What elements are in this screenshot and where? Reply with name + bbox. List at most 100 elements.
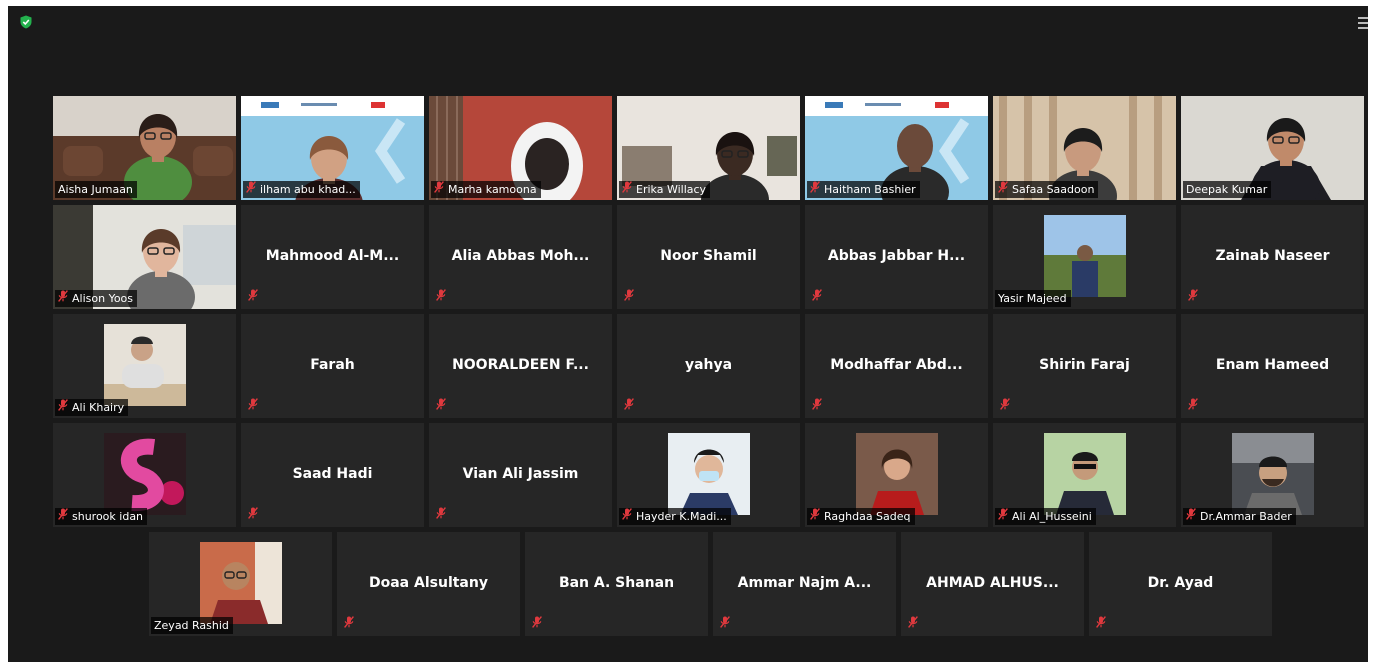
profile-photo [1231, 433, 1314, 515]
participant-tile-dr-ayad[interactable]: Dr. Ayad [1089, 532, 1272, 636]
participant-tile-ammar-najm-a[interactable]: Ammar Najm A... [713, 532, 896, 636]
participant-name: Ali Al_Husseini [1012, 510, 1092, 523]
profile-photo [1043, 433, 1126, 515]
participant-tile-erika-willacy[interactable]: Erika Willacy [617, 96, 800, 200]
participant-name: Dr.Ammar Bader [1200, 510, 1292, 523]
mic-muted-icon [436, 395, 446, 414]
participant-tile-yahya[interactable]: yahya [617, 314, 800, 418]
participant-name: ilham abu khad... [260, 183, 356, 196]
participant-tile-modhaffar-abd[interactable]: Modhaffar Abd... [805, 314, 988, 418]
mic-muted-icon [248, 395, 258, 414]
participant-tile-ilham-abu-khad[interactable]: ilham abu khad... [241, 96, 424, 200]
participant-center-name: Farah [310, 357, 355, 373]
participant-center-name: Noor Shamil [660, 248, 757, 264]
mic-muted-icon [812, 286, 822, 305]
profile-photo [855, 433, 938, 515]
participant-name: Zeyad Rashid [154, 619, 229, 632]
participant-tile-ahmad-alhus[interactable]: AHMAD ALHUS... [901, 532, 1084, 636]
participant-name-label: Raghdaa Sadeq [807, 508, 915, 525]
participant-name-label: ilham abu khad... [243, 181, 360, 198]
meeting-window: Aisha Jumaan ilham abu khad... Marha kamoo… [8, 6, 1368, 662]
participant-tile-marha-kamoona[interactable]: Marha kamoona [429, 96, 612, 200]
mic-muted-icon [810, 181, 820, 198]
mic-muted-icon [998, 508, 1008, 525]
participant-tile-safaa-saadoon[interactable]: Safaa Saadoon [993, 96, 1176, 200]
participant-center-name: Modhaffar Abd... [830, 357, 963, 373]
participant-tile-noor-shamil[interactable]: Noor Shamil [617, 205, 800, 309]
participant-name: Yasir Majeed [998, 292, 1067, 305]
participant-tile-ali-al-husseini[interactable]: Ali Al_Husseini [993, 423, 1176, 527]
participant-center-name: NOORALDEEN F... [452, 357, 589, 373]
participant-center-name: AHMAD ALHUS... [926, 575, 1059, 591]
participant-name-label: Yasir Majeed [995, 290, 1071, 307]
mic-muted-icon [624, 286, 634, 305]
mic-muted-icon [246, 181, 256, 198]
mic-muted-icon [248, 504, 258, 523]
mic-muted-icon [436, 286, 446, 305]
mic-muted-icon [58, 508, 68, 525]
participant-name-label: Safaa Saadoon [995, 181, 1099, 198]
mic-muted-icon [1188, 286, 1198, 305]
participant-tile-alison-yoos[interactable]: Alison Yoos [53, 205, 236, 309]
participant-tile-ali-khairy[interactable]: Ali Khairy [53, 314, 236, 418]
mic-muted-icon [720, 613, 730, 632]
participant-tile-zeyad-rashid[interactable]: Zeyad Rashid [149, 532, 332, 636]
participant-center-name: Saad Hadi [292, 466, 373, 482]
participant-tile-ban-a-shanan[interactable]: Ban A. Shanan [525, 532, 708, 636]
participant-tile-shurook-idan[interactable]: shurook idan [53, 423, 236, 527]
participant-tile-dr-ammar-bader[interactable]: Dr.Ammar Bader [1181, 423, 1364, 527]
participant-tile-yasir-majeed[interactable]: Yasir Majeed [993, 205, 1176, 309]
participant-name: Deepak Kumar [1186, 183, 1268, 196]
participant-tile-deepak-kumar[interactable]: Deepak Kumar [1181, 96, 1364, 200]
participant-tile-raghdaa-sadeq[interactable]: Raghdaa Sadeq [805, 423, 988, 527]
mic-muted-icon [58, 290, 68, 307]
participant-name-label: Deepak Kumar [1183, 181, 1272, 198]
participant-tile-hayder-k-madi[interactable]: Hayder K.Madi... [617, 423, 800, 527]
participant-tile-shirin-faraj[interactable]: Shirin Faraj [993, 314, 1176, 418]
participant-tile-aisha-jumaan[interactable]: Aisha Jumaan [53, 96, 236, 200]
participant-tile-haitham-bashier[interactable]: Haitham Bashier [805, 96, 988, 200]
participant-tile-farah[interactable]: Farah [241, 314, 424, 418]
participant-tile-alia-abbas-moh[interactable]: Alia Abbas Moh... [429, 205, 612, 309]
profile-photo [199, 542, 282, 624]
mic-muted-icon [998, 181, 1008, 198]
participant-name-label: Alison Yoos [55, 290, 138, 307]
profile-photo [667, 433, 750, 515]
mic-muted-icon [622, 181, 632, 198]
participant-tile-mahmood-al-m[interactable]: Mahmood Al-M... [241, 205, 424, 309]
participant-center-name: Alia Abbas Moh... [451, 248, 590, 264]
participant-name-label: Aisha Jumaan [55, 181, 137, 198]
participant-tile-enam-hameed[interactable]: Enam Hameed [1181, 314, 1364, 418]
participant-name: Marha kamoona [448, 183, 537, 196]
participant-tile-zainab-naseer[interactable]: Zainab Naseer [1181, 205, 1364, 309]
menu-icon[interactable] [1358, 17, 1368, 29]
participant-name: Hayder K.Madi... [636, 510, 727, 523]
participant-name: Haitham Bashier [824, 183, 916, 196]
participant-name-label: Ali Al_Husseini [995, 508, 1096, 525]
participant-name-label: Ali Khairy [55, 399, 129, 416]
participant-tile-saad-hadi[interactable]: Saad Hadi [241, 423, 424, 527]
profile-photo [1043, 215, 1126, 297]
participant-name-label: Zeyad Rashid [151, 617, 233, 634]
participant-tile-doaa-alsultany[interactable]: Doaa Alsultany [337, 532, 520, 636]
mic-muted-icon [1188, 395, 1198, 414]
shield-check-icon[interactable] [19, 15, 33, 29]
participant-tile-abbas-jabbar-h[interactable]: Abbas Jabbar H... [805, 205, 988, 309]
mic-muted-icon [434, 181, 444, 198]
participant-tile-vian-ali-jassim[interactable]: Vian Ali Jassim [429, 423, 612, 527]
participant-name-label: Marha kamoona [431, 181, 541, 198]
mic-muted-icon [810, 508, 820, 525]
participant-center-name: yahya [684, 357, 733, 373]
participant-name: shurook idan [72, 510, 144, 523]
participant-center-name: Abbas Jabbar H... [827, 248, 966, 264]
participant-center-name: Mahmood Al-M... [265, 248, 400, 264]
participant-name: Safaa Saadoon [1012, 183, 1095, 196]
participant-center-name: Shirin Faraj [1039, 357, 1130, 373]
participant-tile-nooraldeen-f[interactable]: NOORALDEEN F... [429, 314, 612, 418]
participant-name: Erika Willacy [636, 183, 707, 196]
mic-muted-icon [624, 395, 634, 414]
participant-name-label: Haitham Bashier [807, 181, 920, 198]
mic-muted-icon [1000, 395, 1010, 414]
participant-name-label: shurook idan [55, 508, 148, 525]
participant-name-label: Erika Willacy [619, 181, 711, 198]
